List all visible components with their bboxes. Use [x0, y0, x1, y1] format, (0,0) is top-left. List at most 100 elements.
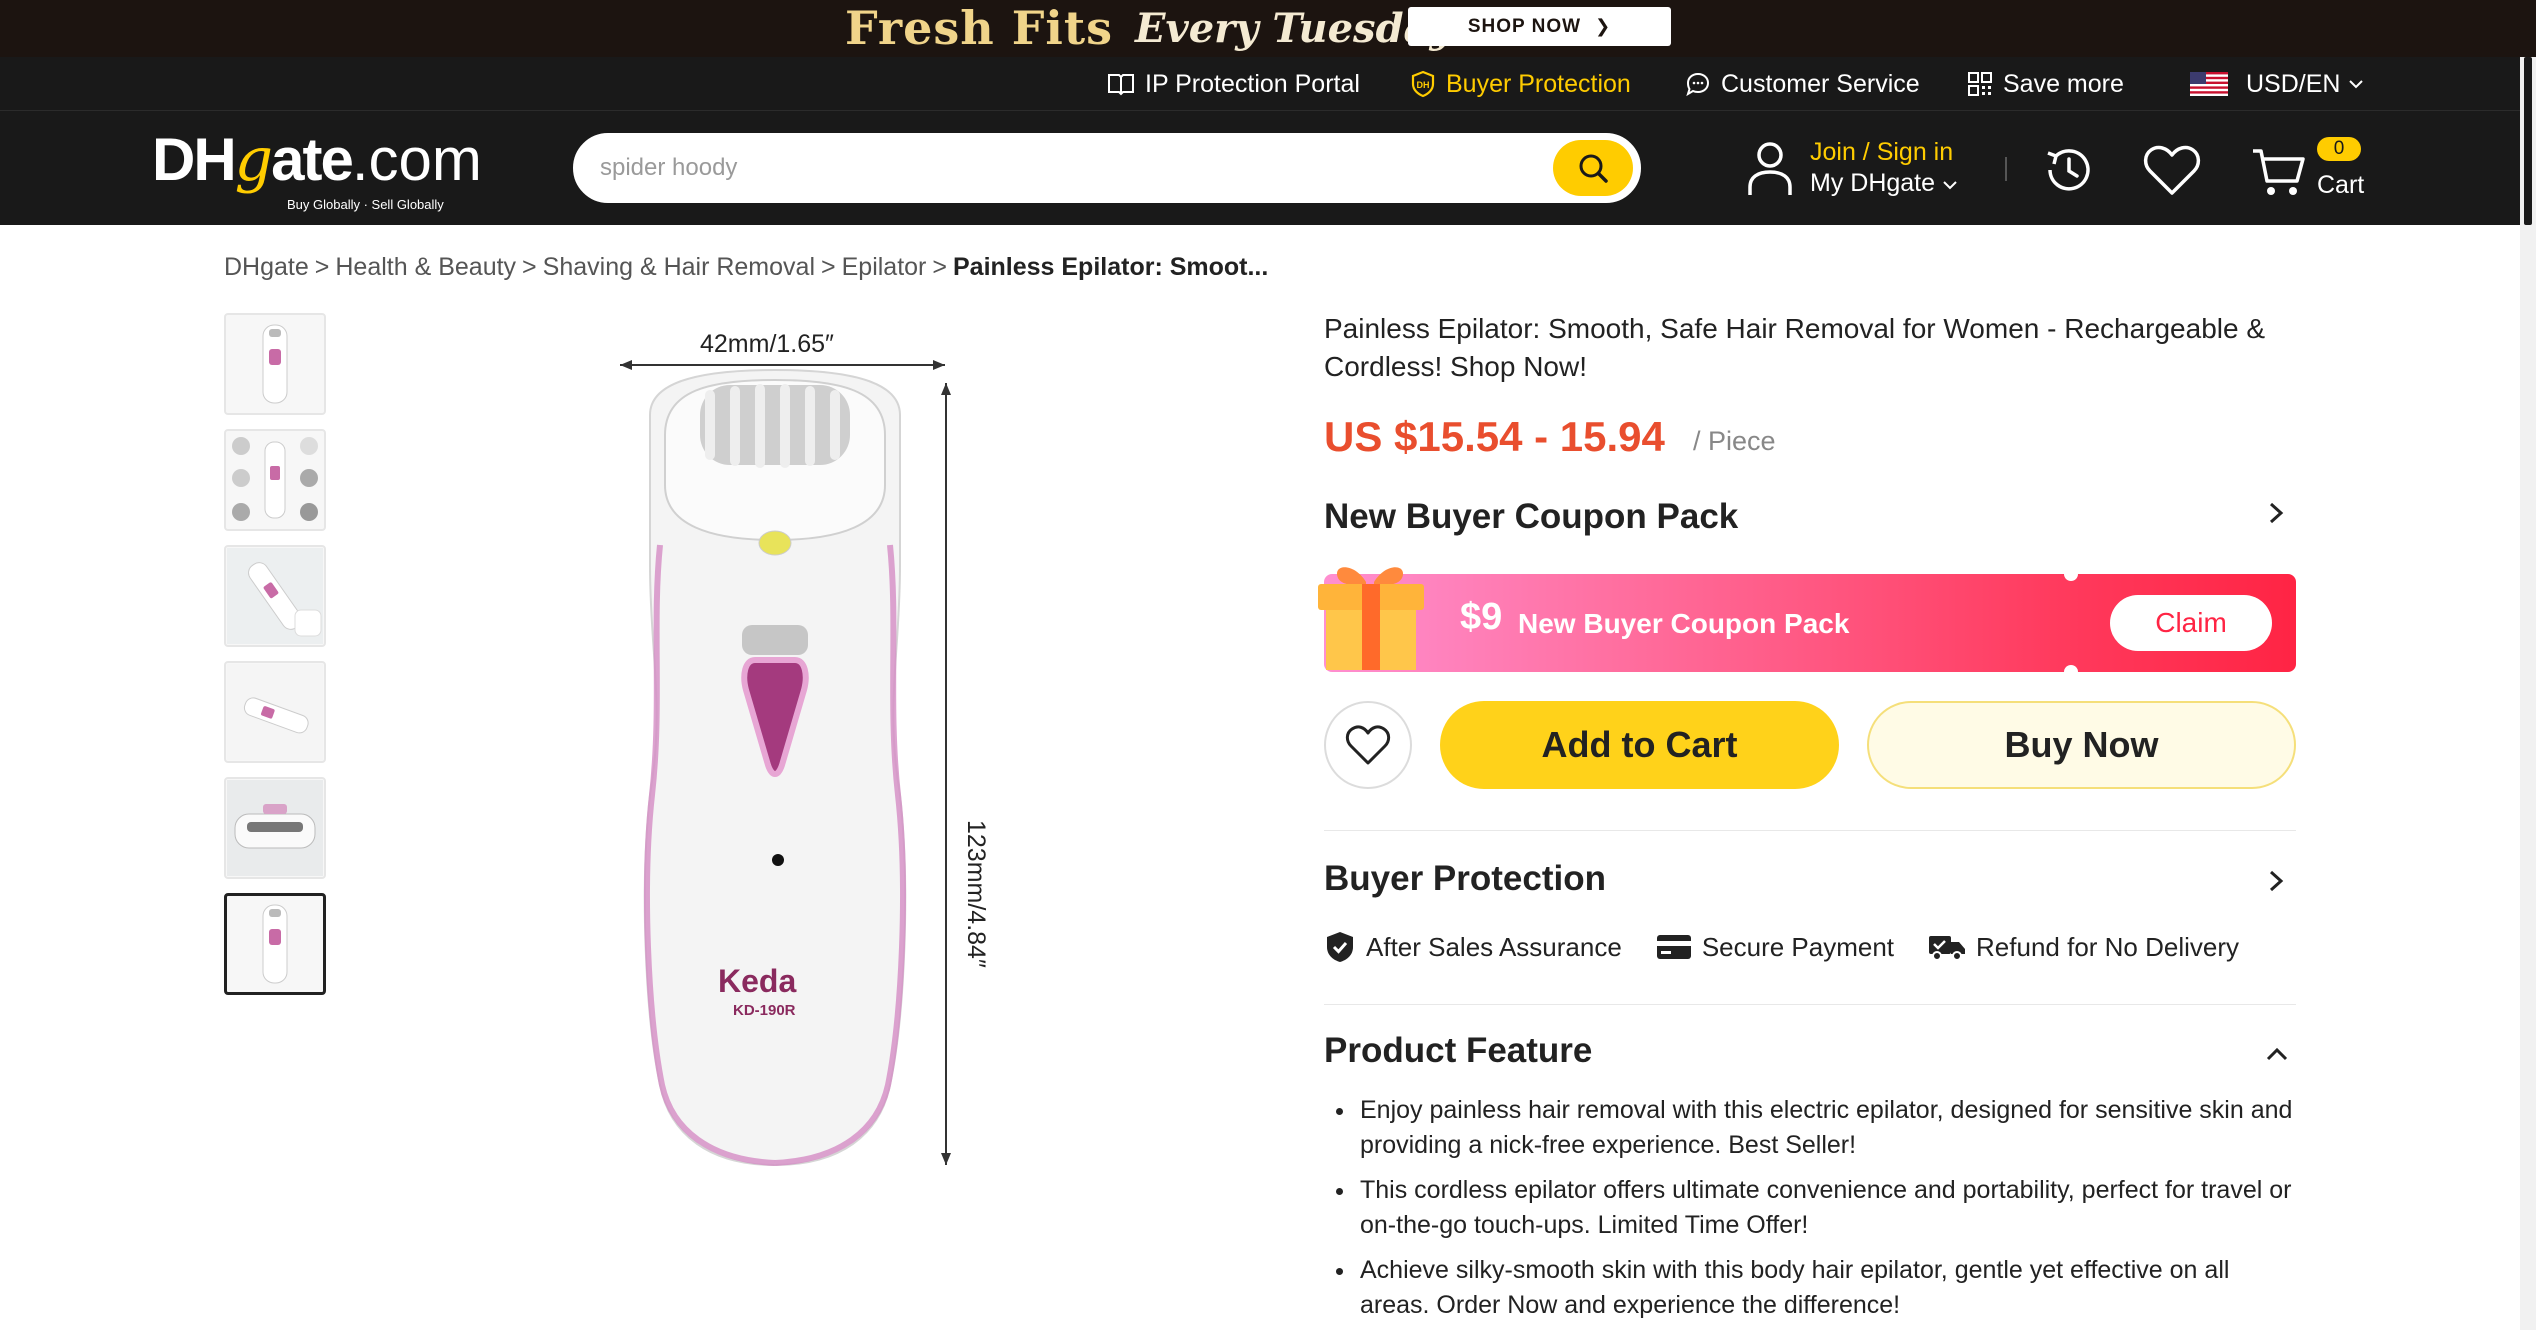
accessories-thumbnail-image: [232, 437, 318, 521]
chevron-right-icon[interactable]: [2262, 866, 2290, 896]
claim-button[interactable]: Claim: [2110, 595, 2272, 651]
breadcrumb-separator: >: [314, 253, 330, 281]
protection-secure-payment: Secure Payment: [1656, 932, 1894, 963]
protection-label: Refund for No Delivery: [1976, 931, 2240, 962]
protection-refund: Refund for No Delivery: [1928, 932, 2239, 963]
shop-now-button[interactable]: SHOP NOW ❯: [1408, 7, 1671, 46]
promo-banner[interactable]: Fresh Fits Every Tuesday SHOP NOW ❯: [0, 0, 2536, 57]
save-more-link[interactable]: Save more: [1967, 57, 2124, 111]
feature-list: Enjoy painless hair removal with this el…: [1334, 1093, 2296, 1330]
coupon-notch-bottom: [2064, 665, 2078, 679]
customer-service-link[interactable]: Customer Service: [1685, 57, 1920, 111]
buyer-protection-label: Buyer Protection: [1446, 69, 1631, 98]
dhgate-logo[interactable]: DHgate.com Buy Globally · Sell Globally: [152, 125, 492, 215]
shopping-cart-icon: [2253, 149, 2305, 195]
product-main-image[interactable]: [560, 325, 1040, 1185]
feature-item: This cordless epilator offers ultimate c…: [1334, 1173, 2296, 1243]
product-price: US $15.54 - 15.94: [1324, 413, 1665, 460]
search-input[interactable]: [600, 136, 1500, 200]
thumbnail-list: [224, 313, 326, 1009]
save-more-label: Save more: [2003, 69, 2124, 98]
epilator-switch-top: [742, 625, 808, 655]
coupon-notch-top: [2064, 567, 2078, 581]
breadcrumb-separator: >: [821, 253, 836, 281]
product-thumbnail[interactable]: [224, 429, 326, 531]
chevron-down-icon: [1943, 181, 1957, 190]
utility-bar: IP Protection Portal DH Buyer Protection…: [0, 57, 2536, 111]
join-signin-link[interactable]: Join / Sign in: [1810, 137, 1958, 168]
currency-language-label: USD/EN: [2246, 69, 2341, 98]
svg-text:DH: DH: [1417, 80, 1430, 90]
breadcrumb-current: Painless Epilator: Smoot...: [952, 253, 1269, 281]
scrollbar-thumb[interactable]: [2524, 57, 2532, 225]
feature-item: Achieve silky-smooth skin with this body…: [1334, 1253, 2296, 1323]
epilator-side-thumbnail-image: [227, 664, 323, 760]
history-clock-icon: [2047, 149, 2090, 191]
promo-subtitle: Every Tuesday: [1135, 5, 1453, 52]
user-icon: [1748, 142, 1792, 195]
divider: [1324, 830, 2296, 831]
product-thumbnail[interactable]: [224, 313, 326, 415]
credit-card-icon: [1656, 935, 1691, 959]
coupon-banner[interactable]: $9 New Buyer Coupon Pack Claim: [1318, 567, 2296, 679]
product-thumbnail[interactable]: [224, 545, 326, 647]
customer-service-label: Customer Service: [1721, 69, 1920, 98]
breadcrumb-health-beauty[interactable]: Health & Beauty: [335, 253, 516, 282]
breadcrumb-epilator[interactable]: Epilator: [842, 253, 927, 282]
coupon-amount: $9: [1460, 596, 1503, 638]
epilator-head-thumbnail-image: [227, 780, 323, 876]
chevron-right-icon[interactable]: [2262, 498, 2290, 528]
breadcrumb: DHgate > Health & Beauty > Shaving & Hai…: [224, 253, 1268, 282]
epilator-charge-port: [772, 854, 784, 866]
heart-icon: [1345, 725, 1391, 765]
currency-language-selector[interactable]: USD/EN: [2190, 57, 2374, 111]
coupon-section-title: New Buyer Coupon Pack: [1324, 497, 1739, 536]
protection-label: After Sales Assurance: [1366, 931, 1622, 962]
epilator-front-thumbnail-image: [262, 904, 288, 984]
epilator-light: [758, 530, 792, 556]
cart-label: Cart: [2317, 171, 2365, 199]
price-unit: / Piece: [1693, 426, 1776, 456]
logo-tagline: Buy Globally · Sell Globally: [287, 197, 444, 212]
my-dhgate-link[interactable]: My DHgate: [1810, 168, 1958, 199]
feature-item: Enjoy painless hair removal with this el…: [1334, 1093, 2296, 1163]
protection-label: Secure Payment: [1701, 931, 1895, 962]
page-scrollbar[interactable]: [2520, 57, 2536, 1330]
shield-icon: DH: [1411, 70, 1435, 98]
product-thumbnail[interactable]: [224, 777, 326, 879]
cart-count-badge: 0: [2317, 137, 2361, 161]
add-to-wishlist-button[interactable]: [1324, 701, 1412, 789]
product-thumbnail-selected[interactable]: [224, 893, 326, 995]
search-button[interactable]: [1553, 140, 1633, 196]
book-icon: [1108, 74, 1134, 96]
account-menu[interactable]: Join / Sign in My DHgate: [1746, 135, 1958, 201]
chevron-down-icon: [2349, 80, 2364, 89]
wishlist-header-button[interactable]: [2142, 141, 2202, 204]
breadcrumb-shaving-hair-removal[interactable]: Shaving & Hair Removal: [543, 253, 815, 282]
chevron-right-icon: ❯: [1595, 16, 1612, 36]
product-feature-title: Product Feature: [1324, 1031, 1593, 1070]
breadcrumb-dhgate[interactable]: DHgate: [224, 253, 309, 282]
add-to-cart-button[interactable]: Add to Cart: [1440, 701, 1839, 789]
buy-now-button[interactable]: Buy Now: [1867, 701, 2296, 789]
promo-title: Fresh Fits: [845, 1, 1113, 55]
buyer-protection-title: Buyer Protection: [1324, 859, 1606, 898]
ip-protection-link[interactable]: IP Protection Portal: [1107, 57, 1360, 111]
divider: [1324, 1004, 2296, 1005]
epilator-rollers: [700, 385, 850, 465]
history-button[interactable]: [2040, 141, 2098, 204]
product-title: Painless Epilator: Smooth, Safe Hair Rem…: [1324, 313, 2266, 382]
product-model-mark: KD-190R: [733, 1002, 796, 1019]
qr-code-icon: [1968, 72, 1992, 96]
buyer-protection-link[interactable]: DH Buyer Protection: [1410, 57, 1631, 111]
shop-now-label: SHOP NOW: [1467, 16, 1582, 37]
product-thumbnail[interactable]: [224, 661, 326, 763]
buyer-protection-list: After Sales Assurance Secure Payment Ref…: [1324, 930, 2273, 964]
chat-bubble-icon: [1686, 72, 1710, 97]
us-flag-icon: [2190, 72, 2228, 96]
height-dimension-label: 123mm/4.84″: [962, 820, 990, 968]
gift-box-icon: [1318, 567, 1424, 670]
search-bar: [573, 133, 1641, 203]
cart-button[interactable]: 0 Cart: [2251, 137, 2381, 203]
chevron-up-icon[interactable]: [2262, 1040, 2292, 1068]
